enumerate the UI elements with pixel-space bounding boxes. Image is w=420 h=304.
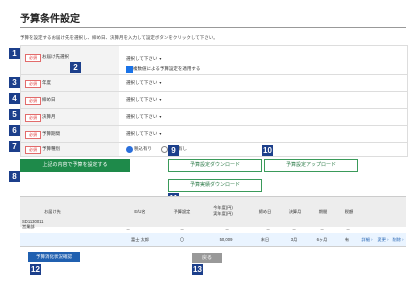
form-row-period: 必須 予算期間 選択して下さい ▾ [21, 126, 407, 143]
label-delivery: お届け先選択 [42, 54, 69, 59]
row-delete-link[interactable]: 削除 › [390, 237, 406, 243]
label-fiscal-month: 決算月 [42, 114, 56, 119]
page-description: 予算を設定するお届け先を選択し、締め日、決算月を入力して設定ボタンをクリックして… [20, 35, 218, 40]
form-row-budget-type: 必須 予算種別 税込有り 税抜有し [21, 143, 407, 156]
label-period: 予算期間 [42, 131, 60, 136]
badge-5: 5 [9, 109, 20, 120]
label-year: 年度 [42, 80, 51, 85]
multi-budget-label: 複数値による予算設定を適用する [133, 66, 201, 71]
row-detail-link[interactable]: 詳細 › [359, 237, 375, 243]
chevron-down-icon: ▾ [159, 56, 162, 61]
badge-6: 6 [9, 125, 20, 136]
th-tax: 税額 [344, 209, 354, 214]
multi-budget-checkbox[interactable] [126, 66, 133, 73]
row-period: 6ヶ月 [316, 237, 328, 242]
required-tag: 必須 [25, 97, 41, 105]
budget-download-button[interactable]: 予算設定ダウンロード [168, 159, 262, 172]
budget-table: お届け先 E/U名 予算設定 今年度(円) 実年度(円) 締め日 決算月 期間 … [20, 196, 406, 247]
badge-12: 12 [30, 264, 41, 275]
table-row: 富士 太郎 〇 50,009 末日 3月 6ヶ月 有 詳細 › 変更 › 削除 … [20, 233, 406, 247]
required-tag: 必須 [25, 146, 41, 154]
label-closing: 締め日 [42, 97, 56, 102]
delivery-select[interactable]: 選択して下さい ▾ [126, 56, 161, 62]
th-eu-name: E/U名 [134, 209, 146, 214]
required-tag: 必須 [25, 131, 41, 139]
badge-3: 3 [9, 77, 20, 88]
row-amount: 50,009 [219, 237, 233, 242]
badge-13: 13 [192, 264, 203, 275]
closing-select[interactable]: 選択して下さい ▾ [126, 97, 161, 103]
th-period: 期間 [318, 209, 328, 214]
badge-8: 8 [9, 171, 20, 182]
row-tax: 有 [344, 237, 350, 242]
required-tag: 必須 [25, 80, 41, 88]
th-delivery: お届け先 [44, 209, 61, 214]
chevron-down-icon: ▾ [159, 131, 162, 136]
label-budget-type: 予算種別 [42, 146, 60, 151]
required-tag: 必須 [25, 114, 41, 122]
badge-1: 1 [9, 48, 20, 59]
form-row-year: 必須 年度 選択して下さい ▾ [21, 75, 407, 92]
row-eu-name: 富士 太郎 [131, 237, 149, 242]
group-name: SD1130011 営業部 [22, 219, 44, 229]
period-select[interactable]: 選択して下さい ▾ [126, 131, 161, 137]
chevron-down-icon: ▾ [159, 80, 162, 85]
row-closing: 末日 [260, 237, 270, 242]
radio-tax-excluded[interactable] [161, 146, 168, 153]
fiscal-month-select[interactable]: 選択して下さい ▾ [126, 114, 161, 120]
required-tag: 必須 [25, 54, 41, 62]
page-title: 予算条件設定 [20, 14, 80, 25]
th-closing: 締め日 [258, 209, 272, 214]
year-select[interactable]: 選択して下さい ▾ [126, 80, 161, 86]
actual-download-button[interactable]: 予算実績ダウンロード [168, 179, 262, 192]
budget-upload-button[interactable]: 予算設定アップロード [264, 159, 358, 172]
row-fiscal-month: 3月 [290, 237, 298, 242]
row-budget-set: 〇 [179, 237, 185, 242]
th-budget-set: 予算設定 [173, 209, 191, 214]
row-change-link[interactable]: 変更 › [375, 237, 391, 243]
set-budget-button[interactable]: 上記の内容で予算を設定する [20, 159, 130, 172]
radio-tax-included[interactable] [126, 146, 133, 153]
badge-4: 4 [9, 93, 20, 104]
badge-7: 7 [9, 141, 20, 152]
form-row-closing: 必須 締め日 選択して下さい ▾ [21, 92, 407, 109]
back-button[interactable]: 戻る [192, 253, 222, 263]
chevron-down-icon: ▾ [159, 97, 162, 102]
chevron-down-icon: ▾ [159, 114, 162, 119]
radio-tax-included-label: 税込有り [134, 146, 152, 151]
budget-status-button[interactable]: 予算消化状況確認 [28, 252, 80, 262]
form-row-fiscal-month: 必須 決算月 選択して下さい ▾ [21, 109, 407, 126]
th-fiscal-month: 決算月 [288, 209, 302, 214]
title-divider [20, 27, 406, 28]
badge-9: 9 [168, 145, 179, 156]
th-amount: 今年度(円) 実年度(円) [213, 205, 233, 216]
badge-10: 10 [262, 145, 273, 156]
badge-2: 2 [70, 62, 81, 73]
